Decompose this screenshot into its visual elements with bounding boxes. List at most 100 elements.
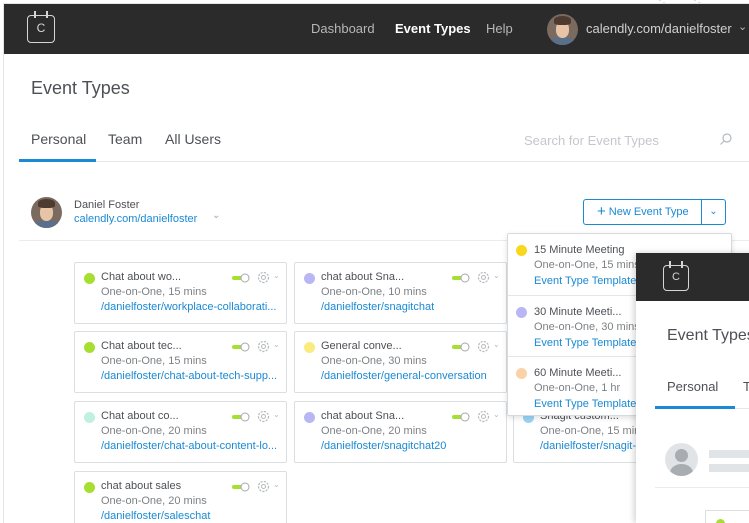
tab-personal[interactable]: Personal xyxy=(667,379,718,394)
calendly-logo[interactable]: C xyxy=(663,261,689,291)
toggle-icon[interactable] xyxy=(232,482,250,492)
gear-icon[interactable] xyxy=(256,409,271,424)
event-title: Chat about co... xyxy=(101,410,179,422)
event-subtitle: One-on-One, 30 mins xyxy=(321,355,427,367)
event-subtitle: One-on-One, 10 mins xyxy=(321,286,427,298)
search-icon[interactable] xyxy=(719,132,733,146)
event-link[interactable]: /danielfoster/workplace-collaborati... xyxy=(101,301,283,313)
template-link[interactable]: Event Type Template xyxy=(534,398,636,410)
gear-icon[interactable] xyxy=(256,339,271,354)
toggle-icon[interactable] xyxy=(452,412,470,422)
user-account-menu[interactable]: calendly.com/danielfoster xyxy=(586,21,732,36)
event-color-dot xyxy=(84,412,95,423)
event-title: Chat about tec... xyxy=(101,340,182,352)
nav-dashboard[interactable]: Dashboard xyxy=(311,21,375,36)
event-subtitle: One-on-One, 20 mins xyxy=(101,495,207,507)
template-title: 60 Minute Meeti... xyxy=(534,367,622,379)
second-window: C Event Types Personal T xyxy=(636,253,749,523)
event-link[interactable]: /danielfoster/general-conversation xyxy=(321,370,503,382)
tab-team[interactable]: Team xyxy=(108,131,142,147)
event-title: chat about Sna... xyxy=(321,271,405,283)
toggle-icon[interactable] xyxy=(232,273,250,283)
event-color-dot xyxy=(304,342,315,353)
event-link[interactable]: /danielfoster/saleschat xyxy=(101,510,283,522)
new-event-type-button[interactable]: + New Event Type xyxy=(583,199,702,225)
calendly-logo[interactable]: C xyxy=(27,11,55,43)
event-subtitle: One-on-One, 20 mins xyxy=(101,425,207,437)
event-color-dot xyxy=(84,273,95,284)
gear-icon[interactable] xyxy=(476,409,491,424)
active-tab-indicator xyxy=(19,159,96,162)
chevron-down-icon[interactable]: ⌄ xyxy=(273,480,280,489)
event-card[interactable]: General conve... One-on-One, 30 mins /da… xyxy=(294,331,507,393)
owner-avatar xyxy=(31,197,62,228)
template-subtitle: One-on-One, 30 mins xyxy=(534,321,640,333)
event-color-dot xyxy=(516,245,527,256)
owner-url-link[interactable]: calendly.com/danielfoster xyxy=(74,213,197,225)
chevron-down-icon[interactable]: ⌄ xyxy=(273,410,280,419)
event-color-dot xyxy=(84,482,95,493)
event-card[interactable]: chat about Sna... One-on-One, 20 mins /d… xyxy=(294,401,507,463)
event-title: General conve... xyxy=(321,340,402,352)
template-title: 30 Minute Meeti... xyxy=(534,306,622,318)
gear-icon[interactable] xyxy=(476,270,491,285)
toggle-icon[interactable] xyxy=(232,412,250,422)
event-color-dot xyxy=(516,307,527,318)
event-card[interactable]: Chat about tec... One-on-One, 15 mins /d… xyxy=(74,331,287,393)
plus-icon: + xyxy=(597,203,606,220)
template-link[interactable]: Event Type Template xyxy=(534,337,636,349)
chevron-down-icon[interactable]: ⌄ xyxy=(738,20,747,33)
nav-event-types[interactable]: Event Types xyxy=(395,21,471,36)
search-input[interactable] xyxy=(524,130,724,150)
tab-team[interactable]: T xyxy=(743,379,749,394)
chevron-down-icon[interactable]: ⌄ xyxy=(493,271,500,280)
nav-help[interactable]: Help xyxy=(486,21,513,36)
event-subtitle: One-on-One, 15 mins xyxy=(101,286,207,298)
page-title: Event Types xyxy=(667,327,749,344)
loading-placeholder xyxy=(709,464,749,472)
user-avatar[interactable] xyxy=(547,14,578,45)
event-link[interactable]: /danielfoster/chat-about-content-lo... xyxy=(101,440,283,452)
event-card[interactable]: chat about Sna... One-on-One, 10 mins /d… xyxy=(294,262,507,324)
template-subtitle: One-on-One, 1 hr xyxy=(534,382,621,394)
event-card[interactable]: Chat about co... One-on-One, 20 mins /da… xyxy=(74,401,287,463)
chevron-down-icon[interactable]: ⌄ xyxy=(212,210,220,221)
event-color-dot xyxy=(516,368,527,379)
chevron-down-icon[interactable]: ⌄ xyxy=(273,271,280,280)
chevron-down-icon[interactable]: ⌄ xyxy=(493,410,500,419)
tab-all-users[interactable]: All Users xyxy=(165,131,221,147)
toggle-icon[interactable] xyxy=(452,273,470,283)
owner-name: Daniel Foster xyxy=(74,199,140,211)
event-link[interactable]: /danielfoster/chat-about-tech-supp... xyxy=(101,370,283,382)
template-link[interactable]: Event Type Template xyxy=(534,275,636,287)
owner-divider xyxy=(655,487,749,488)
event-link[interactable]: /danielfoster/snagitchat xyxy=(321,301,503,313)
event-card[interactable]: chat about sales One-on-One, 20 mins /da… xyxy=(74,471,287,523)
tabs-divider xyxy=(19,161,749,162)
event-link[interactable]: /danielfoster/snagitchat20 xyxy=(321,440,503,452)
toggle-icon[interactable] xyxy=(452,342,470,352)
top-navigation-bar: C xyxy=(636,253,749,301)
chevron-down-icon[interactable]: ⌄ xyxy=(273,340,280,349)
placeholder-avatar xyxy=(665,443,698,476)
loading-placeholder xyxy=(709,450,749,458)
event-card[interactable]: Chat about wo... One-on-One, 15 mins /da… xyxy=(74,262,287,324)
gear-icon[interactable] xyxy=(476,339,491,354)
template-title: 15 Minute Meeting xyxy=(534,244,625,256)
toggle-icon[interactable] xyxy=(232,342,250,352)
event-color-dot xyxy=(304,412,315,423)
event-subtitle: One-on-One, 20 mins xyxy=(321,425,427,437)
event-title: chat about sales xyxy=(101,480,182,492)
page-title: Event Types xyxy=(31,78,130,98)
event-color-dot xyxy=(84,342,95,353)
tab-personal[interactable]: Personal xyxy=(31,131,86,147)
gear-icon[interactable] xyxy=(256,479,271,494)
template-subtitle: One-on-One, 15 mins xyxy=(534,259,640,271)
event-color-dot xyxy=(304,273,315,284)
new-event-type-dropdown-toggle[interactable]: ⌄ xyxy=(701,199,726,225)
event-title: Chat about wo... xyxy=(101,271,182,283)
chevron-down-icon[interactable]: ⌄ xyxy=(493,340,500,349)
active-tab-indicator xyxy=(655,406,735,409)
gear-icon[interactable] xyxy=(256,270,271,285)
event-title: chat about Sna... xyxy=(321,410,405,422)
